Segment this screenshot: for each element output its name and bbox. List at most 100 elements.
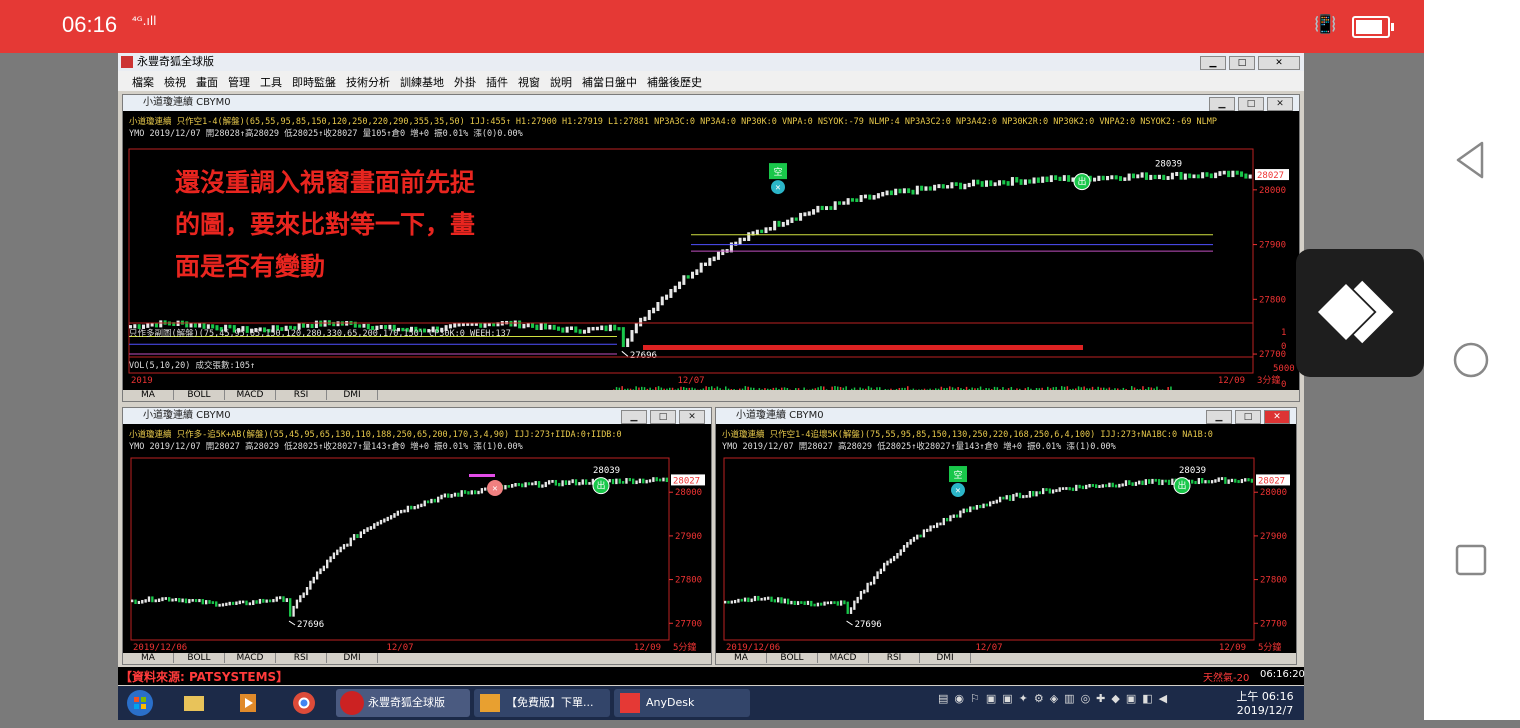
candle: [932, 525, 936, 529]
menu-item-8[interactable]: 外掛: [454, 74, 476, 90]
candle: [995, 499, 998, 504]
tray-icons[interactable]: ▤◉⚐▣▣✦⚙◈▥◎✚◆▣◧◀: [938, 692, 1173, 705]
candle: [993, 182, 997, 187]
back-icon[interactable]: [1448, 137, 1494, 183]
candle: [949, 515, 952, 522]
candle: [595, 326, 599, 331]
candle: [1237, 480, 1240, 484]
candle: [544, 481, 547, 488]
candle: [1098, 485, 1101, 488]
x-tick-label: 12/07: [386, 643, 413, 653]
tray-clock[interactable]: 上午 06:16 2019/12/7: [1230, 688, 1300, 717]
candle: [1192, 174, 1196, 179]
chart-panel-bottom-left[interactable]: 小道瓊連續 CBYM0 ▁ □ ✕ 小道瓊連續 只作多-追5K+AB(解盤)(55,…: [122, 407, 712, 665]
candle: [946, 185, 950, 189]
candle: [1041, 176, 1045, 183]
candle: [564, 480, 568, 485]
candle: [1161, 479, 1164, 486]
menu-item-4[interactable]: 工具: [260, 74, 282, 90]
tab-boll[interactable]: BOLL: [174, 653, 225, 663]
tab-rsi[interactable]: RSI: [276, 390, 327, 400]
candle: [885, 190, 889, 196]
media-player-icon[interactable]: [232, 689, 264, 717]
start-button[interactable]: [124, 689, 156, 717]
menu-item-3[interactable]: 管理: [228, 74, 250, 90]
tab-ma[interactable]: MA: [716, 653, 767, 663]
menu-item-9[interactable]: 插件: [486, 74, 508, 90]
menu-item-13[interactable]: 補盤後歷史: [647, 74, 702, 90]
tab-dmi[interactable]: DMI: [920, 653, 971, 663]
candle: [1108, 482, 1111, 488]
candle: [221, 603, 225, 607]
candle: [634, 323, 638, 334]
candle: [863, 589, 866, 594]
candle: [955, 514, 959, 518]
candle: [998, 496, 1002, 503]
candle: [691, 271, 695, 279]
taskbar-item-anydesk[interactable]: AnyDesk: [614, 689, 750, 717]
menu-item-5[interactable]: 即時監盤: [292, 74, 336, 90]
x-tick-label: 2019/12/06: [133, 643, 187, 653]
candle: [989, 501, 992, 507]
candle: [1022, 495, 1025, 499]
candle: [912, 536, 916, 542]
tab-ma[interactable]: MA: [123, 390, 174, 400]
menu-item-6[interactable]: 技術分析: [346, 74, 390, 90]
candle: [1167, 479, 1171, 485]
tab-dmi[interactable]: DMI: [327, 390, 378, 400]
y-tick-label: 27800: [675, 576, 702, 586]
candle: [859, 591, 863, 600]
candle: [1045, 488, 1048, 492]
menu-item-12[interactable]: 補當日盤中: [582, 74, 637, 90]
candle: [604, 325, 608, 332]
menu-item-7[interactable]: 訓練基地: [400, 74, 444, 90]
menu-item-11[interactable]: 說明: [550, 74, 572, 90]
candle: [724, 600, 727, 604]
home-icon[interactable]: [1448, 337, 1494, 383]
candle: [972, 506, 975, 510]
chart-panel-bottom-right[interactable]: 小道瓊連續 CBYM0 ▁ □ ✕ 小道瓊連續 只作空1-4追壞5K(解盤)(75,…: [715, 407, 1297, 665]
menu-item-2[interactable]: 畫面: [196, 74, 218, 90]
tab-macd[interactable]: MACD: [225, 653, 276, 663]
candle: [554, 479, 558, 486]
anydesk-floating-button[interactable]: [1296, 249, 1424, 377]
tab-dmi[interactable]: DMI: [327, 653, 378, 663]
candle: [460, 490, 463, 497]
candle: [1127, 173, 1131, 181]
chrome-icon[interactable]: [288, 689, 320, 717]
candle: [131, 599, 134, 603]
tab-boll[interactable]: BOLL: [174, 390, 225, 400]
tab-rsi[interactable]: RSI: [869, 653, 920, 663]
close-button[interactable]: ✕: [1258, 56, 1300, 70]
tab-boll[interactable]: BOLL: [767, 653, 818, 663]
minimize-button[interactable]: ▁: [1200, 56, 1226, 70]
taskbar-item-app[interactable]: 永豐奇狐全球版: [336, 689, 470, 717]
candle: [889, 558, 892, 564]
candle: [916, 534, 919, 540]
candle: [1118, 176, 1123, 181]
menu-item-0[interactable]: 檔案: [132, 74, 154, 90]
candle: [255, 600, 258, 604]
explorer-icon[interactable]: [178, 689, 210, 717]
tab-macd[interactable]: MACD: [818, 653, 869, 663]
candle: [1204, 480, 1207, 484]
recents-icon[interactable]: [1448, 537, 1494, 583]
candle: [285, 598, 289, 603]
candle: [473, 490, 477, 495]
candle: [272, 599, 275, 603]
tab-macd[interactable]: MACD: [225, 390, 276, 400]
tab-ma[interactable]: MA: [123, 653, 174, 663]
cross-mark: ✕: [955, 486, 960, 496]
menu-item-10[interactable]: 視窗: [518, 74, 540, 90]
menu-item-1[interactable]: 檢視: [164, 74, 186, 90]
candle: [480, 488, 484, 494]
candle: [363, 529, 366, 535]
taskbar-item-order[interactable]: 【免費版】下單...: [474, 689, 610, 717]
candle: [544, 323, 548, 330]
app-logo-icon: [121, 56, 133, 68]
candle: [201, 599, 204, 605]
trading-app-window: 永豐奇狐全球版 ▁ □ ✕ 檔案 檢視 畫面 管理 工具 即時監盤 技術分析 訓練基地 外掛 插件 視窗…: [118, 53, 1305, 686]
tab-rsi[interactable]: RSI: [276, 653, 327, 663]
maximize-button[interactable]: □: [1229, 56, 1255, 70]
candle: [1093, 177, 1097, 182]
